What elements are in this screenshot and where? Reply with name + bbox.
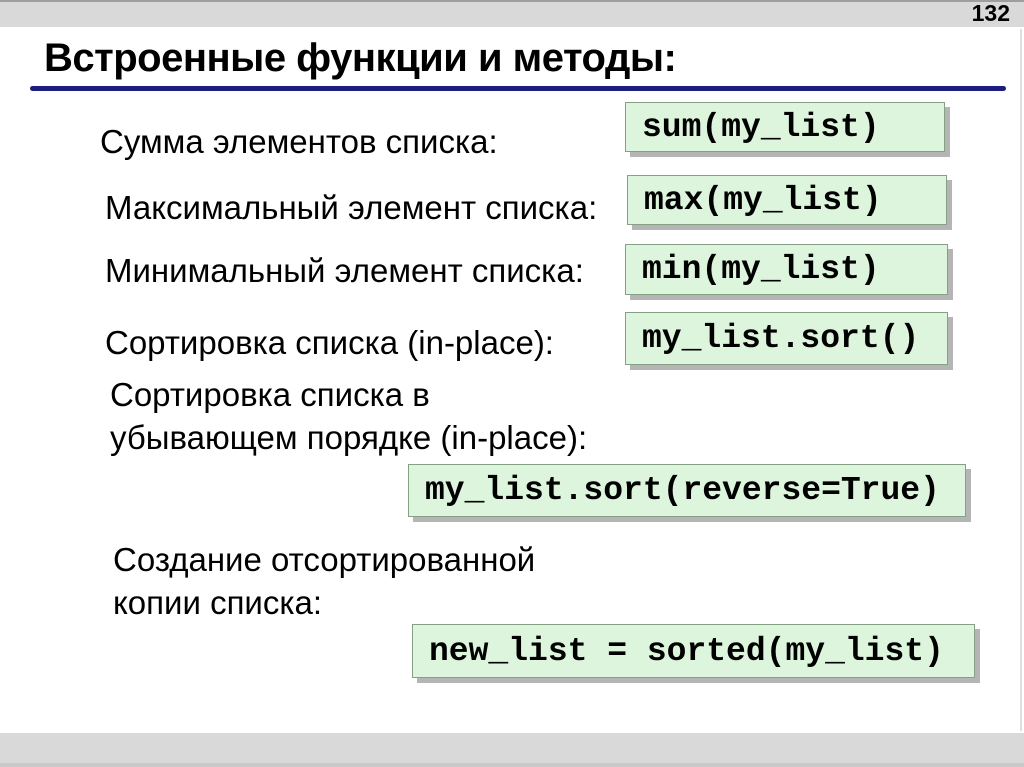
row-label-sort-desc: Сортировка списка в убывающем порядке (i… (110, 376, 588, 456)
code-box-sum: sum(my_list) (625, 102, 945, 152)
code-text: min(my_list) (642, 251, 880, 288)
code-text: new_list = sorted(my_list) (429, 632, 944, 670)
code-text: my_list.sort(reverse=True) (425, 472, 940, 509)
row-label-max: Максимальный элемент списка: (105, 189, 598, 226)
header-bar (0, 0, 1024, 27)
slide-title: Встроенные функции и методы: (44, 36, 677, 80)
page-number: 132 (971, 0, 1010, 26)
code-text: sum(my_list) (642, 108, 880, 146)
row-label-min: Минимальный элемент списка: (105, 252, 584, 289)
code-box-max: max(my_list) (627, 175, 947, 225)
code-text: max(my_list) (644, 181, 882, 219)
title-underline (30, 86, 1006, 91)
code-text: my_list.sort() (642, 320, 920, 357)
code-box-sort-reverse: my_list.sort(reverse=True) (408, 464, 966, 517)
slide: 132 Встроенные функции и методы: Сумма э… (0, 0, 1024, 767)
code-box-sort: my_list.sort() (625, 312, 948, 365)
row-label-sorted-copy: Создание отсортированной копии списка: (113, 541, 536, 621)
code-box-sorted: new_list = sorted(my_list) (412, 624, 975, 678)
row-label-sort: Сортировка списка (in-place): (105, 324, 554, 361)
row-label-sum: Сумма элементов списка: (100, 123, 498, 160)
code-box-min: min(my_list) (625, 244, 948, 295)
footer-bar (0, 733, 1024, 767)
slide-right-border (1020, 29, 1022, 731)
